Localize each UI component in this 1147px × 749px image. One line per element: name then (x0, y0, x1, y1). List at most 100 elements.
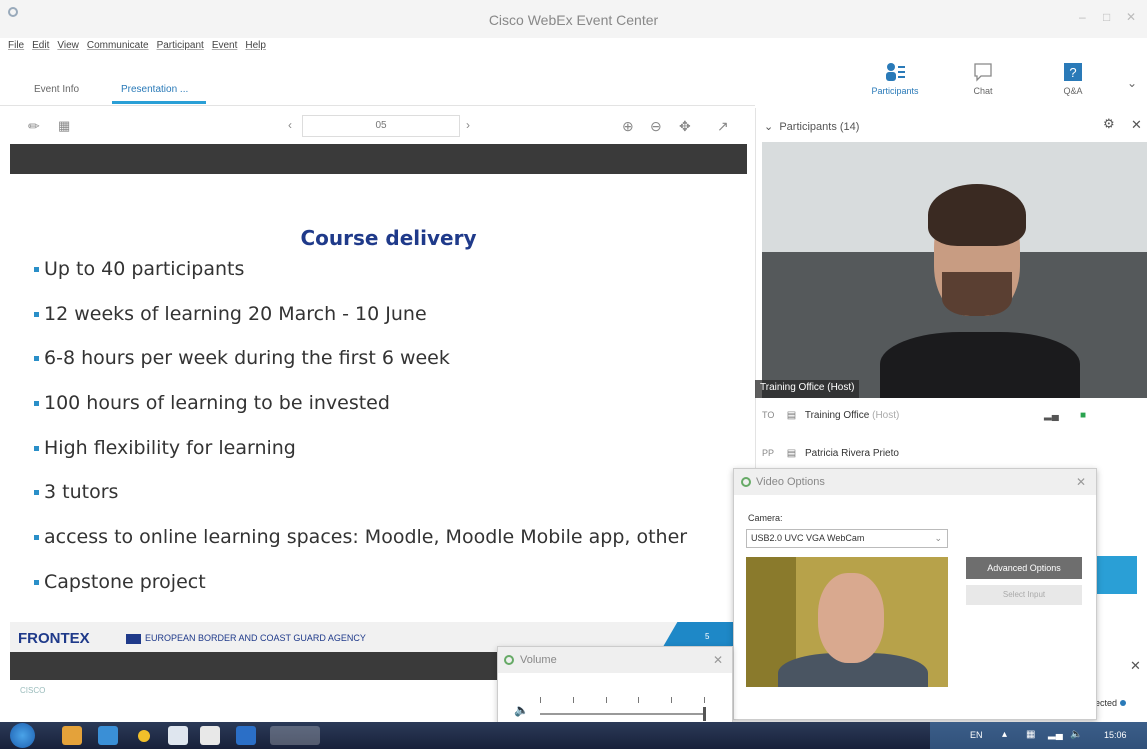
panel-blue-button[interactable] (1097, 556, 1137, 594)
participant-initials: PP (762, 448, 775, 458)
preview-person-face (818, 573, 884, 663)
camera-icon[interactable]: ■ (1080, 410, 1086, 421)
word-icon[interactable] (236, 726, 256, 745)
close-window-button[interactable]: ✕ (1126, 10, 1136, 24)
maximize-button[interactable]: □ (1103, 10, 1110, 24)
dialog-header: Video Options ✕ (734, 469, 1096, 495)
system-tray: EN ▴ ▦ ▂▄ 🔈 15:06 (930, 722, 1147, 749)
chat-panel-label: Chat (973, 86, 993, 96)
menu-edit[interactable]: Edit (32, 40, 49, 56)
network-icon[interactable]: ▦ (1026, 729, 1035, 740)
webex-app-icon (504, 655, 514, 665)
volume-ticks (540, 697, 705, 703)
advanced-options-button[interactable]: Advanced Options (966, 557, 1082, 579)
thumbnails-grid-icon[interactable]: ▦ (58, 118, 70, 134)
slide-bullet: access to online learning spaces: Moodle… (34, 526, 687, 548)
menu-bar: File Edit View Communicate Participant E… (8, 40, 266, 56)
participants-header[interactable]: ⌄ Participants (14) (764, 120, 859, 133)
qa-panel-label: Q&A (1063, 86, 1083, 96)
tab-event-info[interactable]: Event Info (34, 84, 79, 95)
camera-label: Camera: (748, 513, 783, 523)
tray-arrow-icon[interactable]: ▴ (1002, 729, 1007, 740)
eu-flag-icon (126, 633, 141, 644)
camera-preview (746, 557, 948, 687)
message-icon: ▤ (786, 448, 797, 459)
slide-bullet: Up to 40 participants (34, 258, 244, 280)
slide-bullet: Capstone project (34, 571, 206, 593)
menu-help[interactable]: Help (245, 40, 266, 56)
webex-window: Cisco WebEx Event Center – □ ✕ File Edit… (0, 0, 1147, 749)
frontex-logo: FRONTEX (18, 630, 90, 647)
qa-icon: ? (1064, 63, 1082, 81)
status-dot-icon (1120, 700, 1127, 706)
panel-options-chevron-icon[interactable]: ⌄ (1127, 76, 1137, 90)
minimize-button[interactable]: – (1079, 10, 1086, 24)
menu-event[interactable]: Event (212, 40, 238, 56)
select-input-button[interactable]: Select Input (966, 585, 1082, 605)
host-video-label: Training Office (Host) (755, 380, 860, 398)
agency-name: EUROPEAN BORDER AND COAST GUARD AGENCY (122, 633, 366, 644)
participant-row[interactable]: PP ▤ Patricia Rivera Prieto (762, 448, 899, 470)
annotate-pen-icon[interactable]: ✏ (28, 118, 40, 135)
language-indicator[interactable]: EN (970, 730, 983, 740)
participant-role: (Host) (872, 410, 900, 421)
speaker-icon[interactable]: 🔈 (1070, 729, 1082, 740)
fullscreen-icon[interactable]: ↗ (717, 118, 729, 135)
taskbar-app-icon[interactable] (168, 726, 188, 745)
participant-initials: TO (762, 410, 775, 420)
bullet-marker (34, 267, 39, 272)
clock[interactable]: 15:06 (1104, 730, 1127, 740)
close-icon[interactable]: ✕ (1130, 658, 1141, 674)
host-video-feed (762, 142, 1147, 398)
video-options-dialog: Video Options ✕ Camera: USB2.0 UVC VGA W… (733, 468, 1097, 720)
chrome-icon[interactable] (62, 726, 82, 745)
presentation-toolbar: ✏ ▦ ‹ 05 › ⊕ ⊖ ✥ ↗ (0, 108, 755, 144)
dialog-title: Volume (520, 654, 557, 666)
bullet-marker (34, 356, 39, 361)
menu-communicate[interactable]: Communicate (87, 40, 149, 56)
taskbar-app-icon[interactable] (138, 730, 150, 742)
participant-name: Patricia Rivera Prieto (805, 448, 899, 459)
slide-bullet: 3 tutors (34, 481, 118, 503)
close-icon[interactable]: ✕ (1131, 117, 1142, 133)
webex-taskbar-button[interactable] (270, 726, 320, 745)
next-page-icon[interactable]: › (466, 118, 470, 132)
taskbar-app-icon[interactable] (98, 726, 118, 745)
host-hair (928, 184, 1026, 246)
menu-file[interactable]: File (8, 40, 24, 56)
volume-slider[interactable] (540, 713, 705, 715)
signal-strength-icon: ▂▄ (1044, 410, 1059, 421)
participants-panel-button[interactable]: Participants (865, 62, 925, 96)
menu-participant[interactable]: Participant (157, 40, 204, 56)
bullet-marker (34, 490, 39, 495)
svg-text:?: ? (1069, 65, 1076, 80)
active-tab-indicator (112, 101, 206, 104)
speaker-icon: 🔈 (514, 703, 529, 717)
gear-icon[interactable]: ⚙ (1103, 116, 1115, 132)
chat-panel-button[interactable]: Chat (953, 62, 1013, 96)
signal-icon[interactable]: ▂▄ (1048, 729, 1063, 740)
participant-row[interactable]: TO ▤ Training Office (Host) ▂▄ ■ (762, 410, 1086, 432)
windows-taskbar: EN ▴ ▦ ▂▄ 🔈 15:06 (0, 722, 1147, 749)
connection-status: ected (1095, 698, 1127, 708)
bullet-marker (34, 446, 39, 451)
participants-panel-label: Participants (871, 86, 919, 96)
tab-presentation[interactable]: Presentation ... (121, 84, 188, 95)
pan-icon[interactable]: ✥ (679, 118, 691, 135)
volume-slider-thumb[interactable] (703, 707, 706, 721)
previous-page-icon[interactable]: ‹ (288, 118, 292, 132)
presentation-slide: Course delivery Up to 40 participants 12… (10, 144, 747, 680)
start-button[interactable] (10, 723, 35, 748)
close-icon[interactable]: ✕ (713, 653, 723, 667)
camera-select[interactable]: USB2.0 UVC VGA WebCam ⌄ (746, 529, 948, 548)
taskbar-app-icon[interactable] (200, 726, 220, 745)
qa-panel-button[interactable]: ? Q&A (1043, 62, 1103, 96)
page-number-field[interactable]: 05 (302, 115, 460, 137)
host-body (880, 332, 1080, 398)
bullet-marker (34, 580, 39, 585)
menu-view[interactable]: View (57, 40, 79, 56)
bullet-marker (34, 535, 39, 540)
close-icon[interactable]: ✕ (1076, 475, 1086, 489)
zoom-in-icon[interactable]: ⊕ (622, 118, 634, 135)
zoom-out-icon[interactable]: ⊖ (650, 118, 662, 135)
